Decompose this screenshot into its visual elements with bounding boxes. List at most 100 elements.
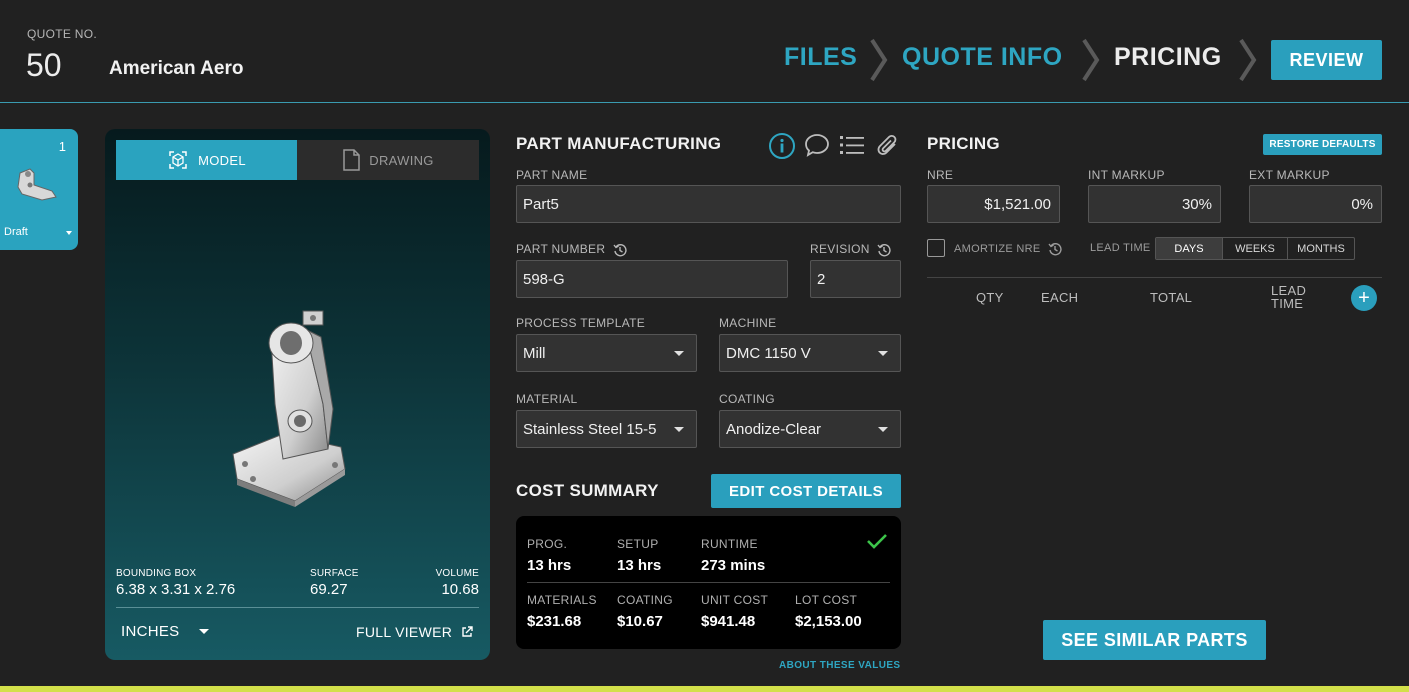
- list-icon[interactable]: [839, 133, 865, 157]
- restore-defaults-button[interactable]: RESTORE DEFAULTS: [1263, 134, 1382, 155]
- ext-markup-field[interactable]: 0%: [1249, 185, 1382, 223]
- prog-label: PROG.: [527, 537, 568, 551]
- amortize-nre-label-group: AMORTIZE NRE: [954, 242, 1062, 256]
- model-viewer[interactable]: MODEL DRAWING BOUNDING BOX 6.38 x 3.31 x…: [105, 129, 490, 660]
- nre-label: NRE: [927, 168, 954, 182]
- materials-value: $231.68: [527, 613, 582, 630]
- pricing-divider: [927, 277, 1382, 278]
- part-number-field[interactable]: 598-G: [516, 260, 788, 298]
- lead-unit-months[interactable]: MONTHS: [1288, 238, 1354, 259]
- history-icon[interactable]: [613, 243, 627, 257]
- chevron-right-icon: [1082, 38, 1100, 82]
- info-icon[interactable]: [768, 132, 796, 160]
- material-value: Stainless Steel 15-5: [523, 420, 657, 438]
- part-number-label-group: PART NUMBER: [516, 242, 627, 257]
- material-label: MATERIAL: [516, 392, 578, 406]
- revision-label-group: REVISION: [810, 242, 892, 257]
- tab-model-label: MODEL: [198, 152, 246, 168]
- tab-model[interactable]: MODEL: [116, 140, 297, 180]
- bounding-box-label: BOUNDING BOX: [116, 568, 197, 579]
- see-similar-parts-button[interactable]: SEE SIMILAR PARTS: [1043, 620, 1266, 660]
- revision-label: REVISION: [810, 242, 870, 256]
- part-thumbnail-icon: [17, 168, 57, 201]
- unit-cost-label: UNIT COST: [701, 593, 769, 607]
- runtime-value: 273 mins: [701, 557, 766, 574]
- chevron-right-icon: [870, 38, 888, 82]
- bottom-accent-bar: [0, 686, 1409, 692]
- document-icon: [343, 149, 361, 171]
- machine-value: DMC 1150 V: [726, 344, 811, 362]
- pricing-title: PRICING: [927, 134, 1000, 153]
- history-icon[interactable]: [1048, 242, 1062, 256]
- review-button[interactable]: REVIEW: [1271, 40, 1382, 80]
- part-status: Draft: [4, 226, 28, 238]
- comment-icon[interactable]: [804, 132, 830, 158]
- int-markup-field[interactable]: 30%: [1088, 185, 1221, 223]
- lead-time-unit-toggle[interactable]: DAYS WEEKS MONTHS: [1155, 237, 1355, 260]
- column-lead-time-line2: TIME: [1271, 296, 1304, 311]
- column-lead-time: LEAD TIME: [1271, 284, 1306, 310]
- revision-field[interactable]: 2: [810, 260, 901, 298]
- amortize-nre-label: AMORTIZE NRE: [954, 242, 1041, 255]
- column-qty: QTY: [976, 290, 1004, 305]
- paperclip-icon[interactable]: [876, 133, 900, 159]
- lead-unit-days[interactable]: DAYS: [1156, 238, 1223, 259]
- full-viewer-label: FULL VIEWER: [356, 624, 453, 640]
- volume-label: VOLUME: [435, 568, 479, 579]
- setup-label: SETUP: [617, 537, 659, 551]
- coating-select[interactable]: Anodize-Clear: [719, 410, 901, 448]
- add-quantity-button[interactable]: +: [1351, 285, 1377, 311]
- external-link-icon: [462, 626, 474, 637]
- runtime-label: RUNTIME: [701, 537, 758, 551]
- cube-icon: [169, 151, 187, 169]
- step-quote-info[interactable]: QUOTE INFO: [902, 43, 1063, 72]
- setup-value: 13 hrs: [617, 557, 662, 574]
- process-template-label: PROCESS TEMPLATE: [516, 316, 646, 330]
- plus-icon: +: [1358, 287, 1370, 309]
- lead-unit-weeks[interactable]: WEEKS: [1223, 238, 1288, 259]
- material-select[interactable]: Stainless Steel 15-5: [516, 410, 697, 448]
- tab-drawing-label: DRAWING: [369, 152, 434, 168]
- part-3d-model[interactable]: [223, 309, 353, 509]
- part-card[interactable]: 1 Draft: [0, 129, 78, 250]
- amortize-nre-checkbox[interactable]: [927, 239, 945, 257]
- lot-cost-value: $2,153.00: [795, 613, 862, 630]
- lot-cost-label: LOT COST: [795, 593, 858, 607]
- company-name: American Aero: [109, 58, 244, 79]
- units-select[interactable]: INCHES: [121, 623, 179, 640]
- surface-value: 69.27: [310, 581, 348, 598]
- part-name-label: PART NAME: [516, 168, 588, 182]
- column-total: TOTAL: [1150, 290, 1193, 305]
- nre-field[interactable]: $1,521.00: [927, 185, 1060, 223]
- bounding-box-value: 6.38 x 3.31 x 2.76: [116, 581, 236, 598]
- step-pricing[interactable]: PRICING: [1114, 43, 1222, 72]
- part-name-field[interactable]: Part5: [516, 185, 901, 223]
- history-icon[interactable]: [877, 243, 892, 257]
- full-viewer-link[interactable]: FULL VIEWER: [356, 624, 474, 640]
- chevron-down-icon: [878, 351, 888, 356]
- cost-summary-title: COST SUMMARY: [516, 481, 659, 500]
- column-each: EACH: [1041, 290, 1079, 305]
- process-template-select[interactable]: Mill: [516, 334, 697, 372]
- process-template-value: Mill: [523, 344, 546, 362]
- tab-drawing[interactable]: DRAWING: [297, 140, 479, 180]
- step-files[interactable]: FILES: [784, 43, 857, 72]
- coating-label: COATING: [719, 392, 775, 406]
- edit-cost-details-button[interactable]: EDIT COST DETAILS: [711, 474, 901, 508]
- part-card-number: 1: [58, 139, 66, 154]
- prog-value: 13 hrs: [527, 557, 572, 574]
- machine-select[interactable]: DMC 1150 V: [719, 334, 901, 372]
- part-manufacturing-title: PART MANUFACTURING: [516, 134, 722, 153]
- chevron-down-icon: [674, 427, 684, 432]
- chevron-down-icon: [674, 351, 684, 356]
- status-caret-icon[interactable]: [66, 231, 72, 235]
- check-icon: [867, 534, 887, 549]
- quote-number: 50: [26, 47, 62, 83]
- coating-value: Anodize-Clear: [726, 420, 822, 438]
- units-caret-icon[interactable]: [199, 629, 209, 634]
- about-these-values-link[interactable]: ABOUT THESE VALUES: [779, 660, 900, 671]
- ext-markup-label: EXT MARKUP: [1249, 168, 1330, 182]
- viewer-divider: [116, 607, 479, 608]
- int-markup-label: INT MARKUP: [1088, 168, 1165, 182]
- chevron-down-icon: [878, 427, 888, 432]
